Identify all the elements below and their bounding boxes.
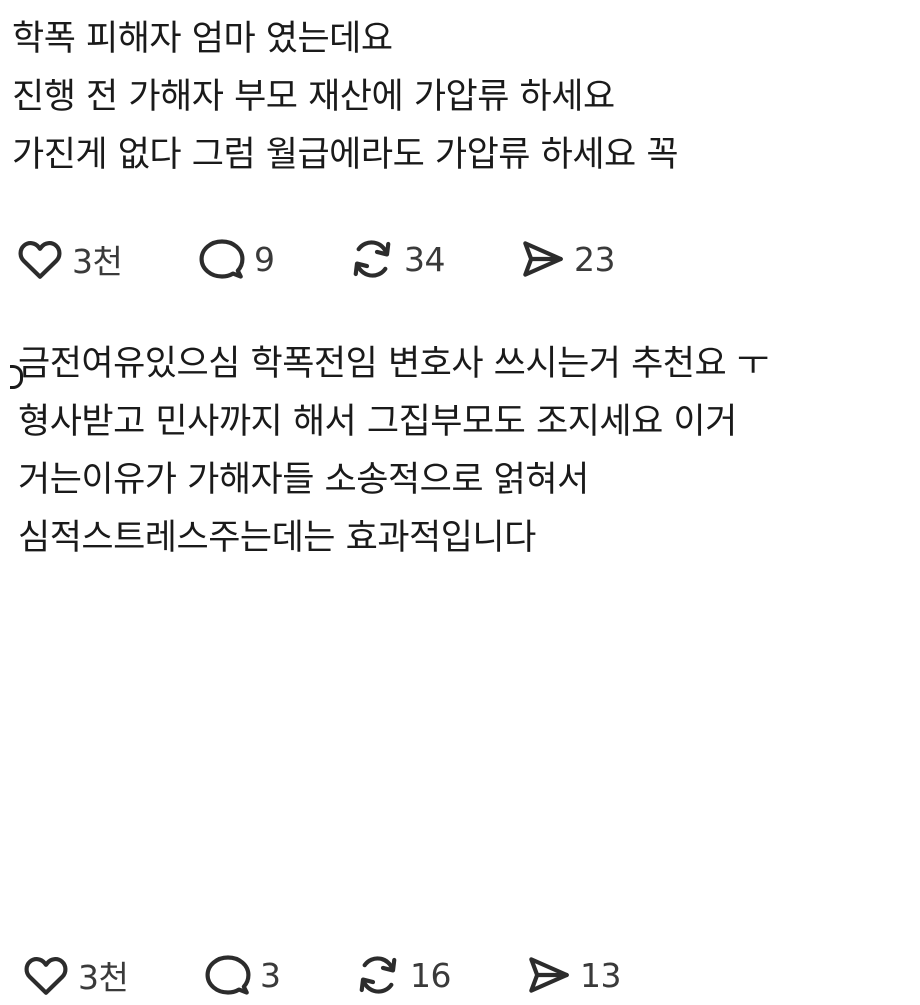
post-text-line: 가진게 없다 그럼 월급에라도 가압류 하세요 꼭 — [12, 135, 679, 175]
heart-icon — [12, 231, 68, 287]
post-text-line: 진행 전 가해자 부모 재산에 가압류 하세요 — [12, 77, 615, 117]
share-count: 23 — [574, 239, 616, 279]
post-body: 금전여유있으심 학폭전임 변호사 쓰시는거 추천요 ㅜ 형사받고 민사까지 해서… — [18, 330, 920, 567]
post-1: 학폭 피해자 엄마 였는데요 진행 전 가해자 부모 재산에 가압류 하세요 가… — [12, 0, 920, 281]
heart-icon — [18, 947, 74, 1003]
reply-count: 9 — [254, 239, 275, 279]
send-paper-plane-icon — [520, 947, 576, 1003]
post-2: 금전여유있으심 학폭전임 변호사 쓰시는거 추천요 ㅜ 형사받고 민사까지 해서… — [10, 330, 920, 997]
post-actions: 3천 3 16 13 — [18, 945, 670, 1005]
share-count: 13 — [580, 955, 622, 995]
like-count: 3천 — [72, 242, 123, 281]
repost-arrows-icon — [350, 947, 406, 1003]
reply-button[interactable]: 3 — [200, 947, 350, 1003]
like-button[interactable]: 3천 — [12, 231, 194, 287]
like-count: 3천 — [78, 958, 129, 997]
reply-count: 3 — [260, 955, 281, 995]
post-text-line: 금전여유있으심 학폭전임 변호사 쓰시는거 추천요 ㅜ — [18, 344, 769, 384]
post-actions: 3천 9 34 23 — [12, 229, 664, 289]
comment-bubble-icon — [194, 231, 250, 287]
post-text-line: 학폭 피해자 엄마 였는데요 — [12, 19, 393, 59]
repost-arrows-icon — [344, 231, 400, 287]
repost-button[interactable]: 34 — [344, 231, 514, 287]
repost-count: 16 — [410, 955, 452, 995]
share-button[interactable]: 13 — [520, 947, 670, 1003]
post-text-line: 형사받고 민사까지 해서 그집부모도 조지세요 이거 — [18, 402, 737, 442]
repost-button[interactable]: 16 — [350, 947, 520, 1003]
post-body: 학폭 피해자 엄마 였는데요 진행 전 가해자 부모 재산에 가압류 하세요 가… — [12, 0, 920, 184]
reply-button[interactable]: 9 — [194, 231, 344, 287]
post-text-line: 심적스트레스주는데는 효과적입니다 — [18, 518, 536, 558]
share-button[interactable]: 23 — [514, 231, 664, 287]
like-button[interactable]: 3천 — [18, 947, 200, 1003]
comment-bubble-icon — [200, 947, 256, 1003]
repost-count: 34 — [404, 239, 446, 279]
send-paper-plane-icon — [514, 231, 570, 287]
post-text-line: 거는이유가 가해자들 소송적으로 얽혀서 — [18, 460, 589, 500]
